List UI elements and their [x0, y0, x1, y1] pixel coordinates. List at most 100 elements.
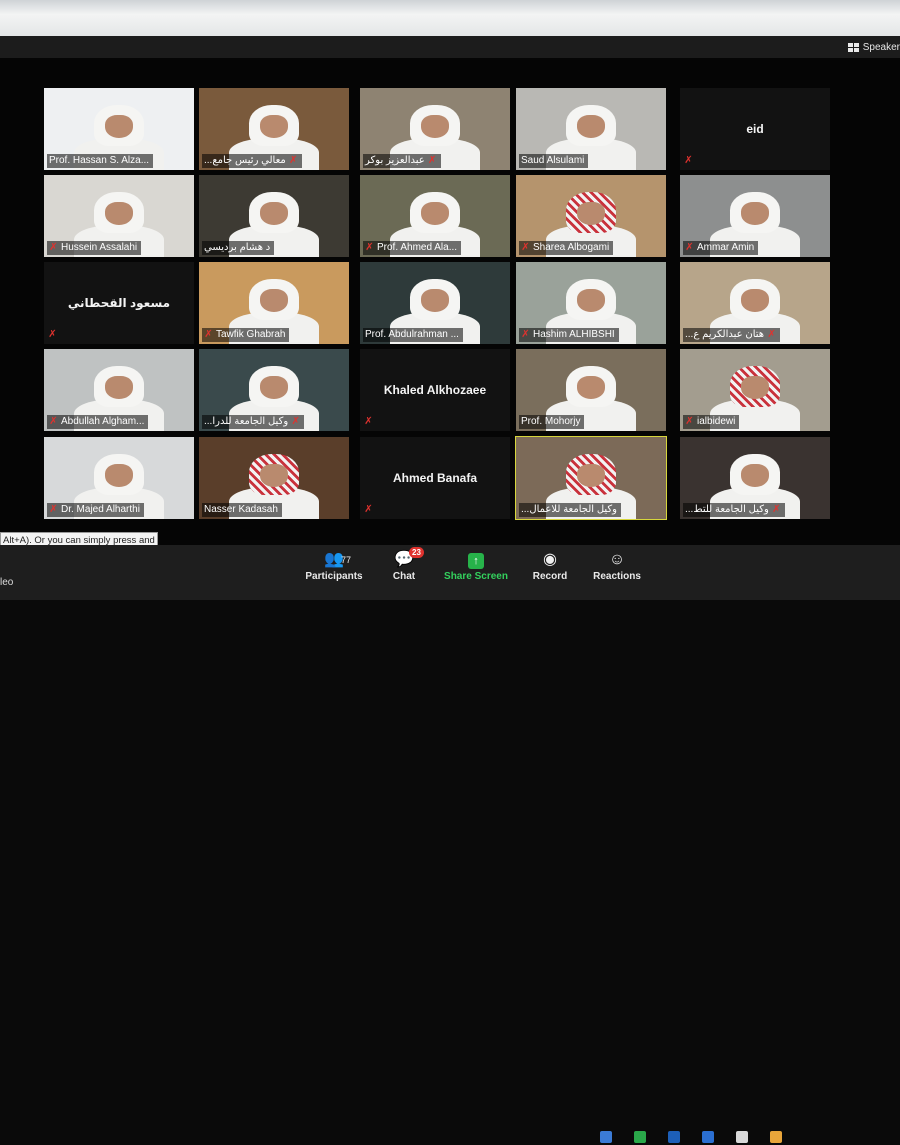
reactions-label: Reactions: [593, 571, 641, 582]
participant-tile[interactable]: ✗ وكيل الجامعة للدرا...: [199, 349, 349, 431]
muted-mic-icon: ✗: [428, 155, 437, 166]
gallery-view: Prof. Hassan S. Alza... ✗ معالي رئيس جامع.…: [0, 58, 900, 545]
participant-tile[interactable]: ✗ Tawfik Ghabrah: [199, 262, 349, 344]
muted-mic-icon: ✗: [48, 329, 57, 340]
record-label: Record: [532, 571, 568, 582]
chat-icon: 💬 23: [369, 547, 439, 571]
participant-tile[interactable]: وكيل الجامعة للاعمال...: [515, 436, 667, 520]
participant-tile[interactable]: Saud Alsulami: [516, 88, 666, 170]
participant-tile[interactable]: ✗ Prof. Ahmed Ala...: [360, 175, 510, 257]
participant-name-tag: Prof. Hassan S. Alza...: [47, 154, 154, 168]
taskbar-app-icon[interactable]: [634, 1131, 646, 1143]
taskbar-app-icon[interactable]: [736, 1131, 748, 1143]
participant-tile[interactable]: Nasser Kadasah: [199, 437, 349, 519]
muted-mic-icon: ✗: [204, 329, 213, 340]
participant-name: Abdullah Algham...: [61, 416, 145, 427]
participant-name-tag: ✗ Abdullah Algham...: [47, 415, 149, 429]
participant-tile[interactable]: ✗ Hussein Assalahi: [44, 175, 194, 257]
muted-mic-icon: ✗: [521, 242, 530, 253]
participant-tile[interactable]: Prof. Hassan S. Alza...: [44, 88, 194, 170]
muted-mic-icon: ✗: [364, 416, 373, 427]
participant-name-tag: ✗ Dr. Majed Alharthi: [47, 503, 144, 517]
muted-mic-icon: ✗: [685, 416, 694, 427]
participant-name-tag: ✗ Ammar Amin: [683, 241, 759, 255]
participant-name: وكيل الجامعة للاعمال...: [521, 504, 618, 515]
participant-tile[interactable]: د هشام برديسي: [199, 175, 349, 257]
taskbar-app-icon[interactable]: [770, 1131, 782, 1143]
participant-name: Hussein Assalahi: [61, 242, 138, 253]
reactions-button[interactable]: ☺ Reactions: [582, 549, 652, 582]
participant-name: Ahmed Banafa: [392, 471, 478, 485]
participant-name-tag: ✗ Tawfik Ghabrah: [202, 328, 290, 342]
muted-mic-icon: ✗: [767, 329, 776, 340]
share-screen-icon: ↑: [441, 549, 511, 571]
participant-tile[interactable]: ✗ Sharea Albogami: [516, 175, 666, 257]
participant-tile[interactable]: ✗ عبدالعزيز بوكر: [360, 88, 510, 170]
muted-mic-icon: ✗: [772, 504, 781, 515]
muted-mic-icon: ✗: [49, 504, 58, 515]
muted-mic-icon: ✗: [289, 155, 298, 166]
participant-tile[interactable]: ✗ Hashim ALHIBSHI: [516, 262, 666, 344]
participant-name-tag: ✗ ialbidewi: [683, 415, 740, 429]
chat-button[interactable]: 💬 23 Chat: [369, 547, 439, 582]
participants-count: 77: [341, 555, 352, 565]
participant-name: Ammar Amin: [697, 242, 755, 253]
participant-name-tag: ✗ وكيل الجامعة للدرا...: [202, 415, 305, 429]
taskbar-app-icon[interactable]: [600, 1131, 612, 1143]
participant-name: Khaled Alkhozaee: [383, 383, 487, 397]
participant-name: معالي رئيس جامع...: [204, 155, 286, 166]
participant-name: ialbidewi: [697, 416, 736, 427]
left-control-label: leo: [0, 577, 14, 588]
participant-tile[interactable]: Ahmed Banafa ✗: [360, 437, 510, 519]
participant-name: Nasser Kadasah: [204, 504, 278, 515]
muted-mic-icon: ✗: [685, 242, 694, 253]
speaker-view-button[interactable]: Speaker: [847, 38, 900, 56]
participants-button[interactable]: 👥 77 Participants: [299, 549, 369, 582]
participant-name-tag: ✗ Prof. Ahmed Ala...: [363, 241, 462, 255]
participant-name: Saud Alsulami: [521, 155, 585, 166]
participant-name: Prof. Hassan S. Alza...: [49, 155, 150, 166]
participant-tile[interactable]: Khaled Alkhozaee ✗: [360, 349, 510, 431]
participants-label: Participants: [305, 571, 363, 582]
participant-name-tag: ✗ Sharea Albogami: [519, 241, 614, 255]
reactions-icon: ☺: [608, 551, 626, 568]
participant-name-tag: Saud Alsulami: [519, 154, 589, 168]
participant-tile[interactable]: Prof. Mohorjy: [516, 349, 666, 431]
participant-name: Prof. Abdulrahman ...: [365, 329, 459, 340]
participant-name-tag: Nasser Kadasah: [202, 503, 282, 517]
participant-name: هتان عبدالكريم ع...: [685, 329, 765, 340]
participant-name: وكيل الجامعة للدرا...: [204, 416, 289, 427]
participant-tile[interactable]: مسعود القحطاني ✗: [44, 262, 194, 344]
muted-mic-icon: ✗: [291, 416, 300, 427]
participant-tile[interactable]: ✗ هتان عبدالكريم ع...: [680, 262, 830, 344]
participant-name: Sharea Albogami: [533, 242, 610, 253]
taskbar-app-icon[interactable]: [702, 1131, 714, 1143]
share-screen-button[interactable]: ↑ Share Screen: [441, 549, 511, 582]
participant-name-tag: Prof. Abdulrahman ...: [363, 328, 463, 342]
meeting-toolbar: 👥 77 Participants 💬 23 Chat ↑ Share Scre…: [0, 545, 900, 1143]
meeting-top-bar: Speaker: [0, 36, 900, 58]
participant-name: Dr. Majed Alharthi: [61, 504, 140, 515]
participant-tile[interactable]: ✗ ialbidewi: [680, 349, 830, 431]
share-screen-label: Share Screen: [444, 571, 508, 582]
participant-tile[interactable]: eid ✗: [680, 88, 830, 170]
participant-name: وكيل الجامعة للتط...: [685, 504, 769, 515]
participant-tile[interactable]: Prof. Abdulrahman ...: [360, 262, 510, 344]
record-button[interactable]: ◉ Record: [515, 549, 585, 582]
chat-badge: 23: [409, 547, 424, 558]
participant-name-tag: ✗ وكيل الجامعة للتط...: [683, 503, 785, 517]
participant-tile[interactable]: ✗ وكيل الجامعة للتط...: [680, 437, 830, 519]
muted-mic-icon: ✗: [684, 155, 693, 166]
participant-tile[interactable]: ✗ Ammar Amin: [680, 175, 830, 257]
taskbar-app-icon[interactable]: [668, 1131, 680, 1143]
participant-name-tag: ✗ معالي رئيس جامع...: [202, 154, 302, 168]
muted-mic-icon: ✗: [49, 416, 58, 427]
participant-tile[interactable]: ✗ معالي رئيس جامع...: [199, 88, 349, 170]
muted-mic-icon: ✗: [364, 504, 373, 515]
os-taskbar: [560, 1131, 900, 1145]
record-icon: ◉: [543, 551, 557, 568]
participant-tile[interactable]: ✗ Dr. Majed Alharthi: [44, 437, 194, 519]
participant-tile[interactable]: ✗ Abdullah Algham...: [44, 349, 194, 431]
participant-name: eid: [746, 122, 764, 136]
speaker-view-label: Speaker: [862, 41, 900, 53]
